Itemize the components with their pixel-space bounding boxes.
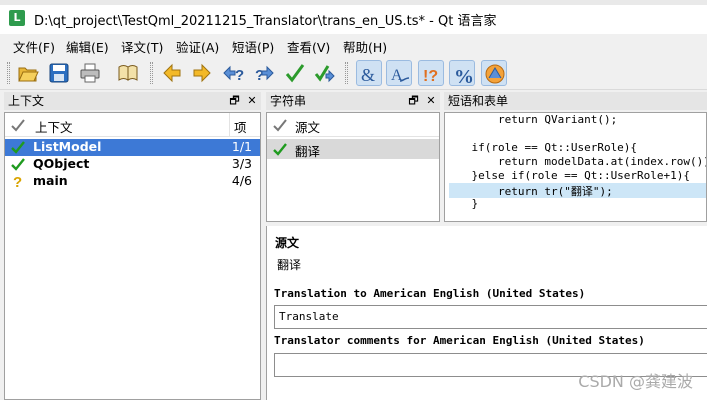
print-icon[interactable] — [77, 60, 103, 86]
translation-label: Translation to American English (United … — [274, 287, 586, 300]
code-line: }else if(role == Qt::UserRole+1){ — [445, 169, 691, 182]
context-list-header: 上下文 项 — [5, 113, 260, 137]
context-name: ListModel — [33, 139, 102, 154]
menu-phrases[interactable]: 短语(P) — [232, 37, 274, 56]
context-count: 1/1 — [231, 139, 252, 154]
svg-text:?: ? — [235, 67, 244, 84]
surrounding-whitespace-icon[interactable]: A — [386, 60, 412, 86]
menu-view[interactable]: 查看(V) — [287, 37, 330, 56]
context-header-label: 上下文 — [35, 120, 73, 135]
menu-bar: 文件(F) 编辑(E) 译文(T) 验证(A) 短语(P) 查看(V) 帮助(H… — [0, 34, 707, 56]
next-icon[interactable] — [189, 60, 215, 86]
string-row[interactable]: 翻译 — [267, 139, 439, 159]
strings-dock-label: 字符串 — [270, 94, 307, 108]
check-icon — [11, 141, 25, 154]
source-label: 源文 — [275, 236, 300, 250]
menu-translation[interactable]: 译文(T) — [121, 37, 163, 56]
context-count: 3/3 — [231, 156, 252, 171]
strings-list-header: 源文 — [267, 113, 439, 137]
context-name: main — [33, 173, 68, 188]
save-icon[interactable] — [46, 60, 72, 86]
toolbar-separator — [345, 62, 348, 84]
background-strip — [0, 0, 707, 5]
watermark: CSDN @龚建波 — [578, 372, 693, 391]
toolbar-separator — [150, 62, 153, 84]
context-row-qobject[interactable]: QObject 3/3 — [5, 156, 260, 173]
strings-header-label: 源文 — [295, 120, 321, 135]
string-text: 翻译 — [295, 144, 321, 159]
context-dock-title[interactable]: 上下文 🗗 ✕ — [4, 92, 261, 110]
toolbar-grip[interactable] — [7, 62, 10, 84]
comments-label: Translator comments for American English… — [274, 334, 645, 347]
strings-dock-title[interactable]: 字符串 🗗 ✕ — [266, 92, 440, 110]
source-code-view[interactable]: return QVariant(); if(role == Qt::UserRo… — [444, 112, 707, 222]
svg-text:&: & — [361, 65, 375, 85]
check-header-icon — [11, 119, 25, 132]
phrase-match-icon[interactable] — [481, 60, 507, 86]
context-row-listmodel[interactable]: ListModel 1/1 — [5, 139, 260, 156]
open-icon[interactable] — [15, 60, 41, 86]
menu-help[interactable]: 帮助(H) — [343, 37, 387, 56]
close-icon[interactable]: ✕ — [424, 92, 438, 110]
phrases-dock-label: 短语和表单 — [448, 94, 509, 108]
float-icon[interactable]: 🗗 — [228, 92, 242, 110]
menu-validation[interactable]: 验证(A) — [176, 37, 219, 56]
prev-icon[interactable] — [159, 60, 185, 86]
check-icon — [273, 143, 287, 156]
translation-input[interactable]: Translate — [274, 305, 707, 329]
book-icon[interactable] — [115, 60, 141, 86]
prev-unfinished-icon[interactable]: ? — [220, 60, 246, 86]
code-line: return QVariant(); — [445, 113, 618, 126]
context-row-main[interactable]: ? main 4/6 — [5, 173, 260, 190]
strings-list[interactable]: 源文 翻译 — [266, 112, 440, 222]
context-name: QObject — [33, 156, 90, 171]
svg-text:!?: !? — [423, 68, 438, 85]
place-marker-icon[interactable]: % — [449, 60, 475, 86]
close-icon[interactable]: ✕ — [245, 92, 259, 110]
menu-edit[interactable]: 编辑(E) — [66, 37, 109, 56]
window-title: D:\qt_project\TestQml_20211215_Translato… — [34, 14, 497, 29]
check-header-icon — [273, 119, 287, 132]
ending-punctuation-icon[interactable]: !? — [418, 60, 444, 86]
context-count: 4/6 — [231, 173, 252, 188]
source-text: 翻译 — [277, 258, 302, 272]
app-icon: L — [9, 10, 25, 26]
code-line: return modelData.at(index.row()); — [445, 155, 707, 168]
context-list[interactable]: 上下文 项 ListModel 1/1 QObject 3/3 ? main 4… — [4, 112, 261, 400]
done-icon[interactable] — [282, 60, 308, 86]
svg-text:?: ? — [13, 174, 22, 190]
context-dock-label: 上下文 — [8, 94, 45, 108]
accelerator-icon[interactable]: & — [356, 60, 382, 86]
code-line: if(role == Qt::UserRole){ — [445, 141, 638, 154]
toolbar: ? ? & A !? % — [0, 56, 707, 90]
next-unfinished-icon[interactable]: ? — [251, 60, 277, 86]
title-bar: L D:\qt_project\TestQml_20211215_Transla… — [0, 0, 707, 34]
phrases-dock-title[interactable]: 短语和表单 — [444, 92, 707, 110]
done-next-icon[interactable] — [312, 60, 338, 86]
context-header-count: 项 — [234, 120, 247, 135]
float-icon[interactable]: 🗗 — [407, 92, 421, 110]
code-line: } — [445, 197, 479, 210]
menu-file[interactable]: 文件(F) — [13, 37, 55, 56]
check-icon — [11, 158, 25, 171]
svg-text:%: % — [454, 66, 474, 85]
question-icon: ? — [13, 174, 22, 190]
